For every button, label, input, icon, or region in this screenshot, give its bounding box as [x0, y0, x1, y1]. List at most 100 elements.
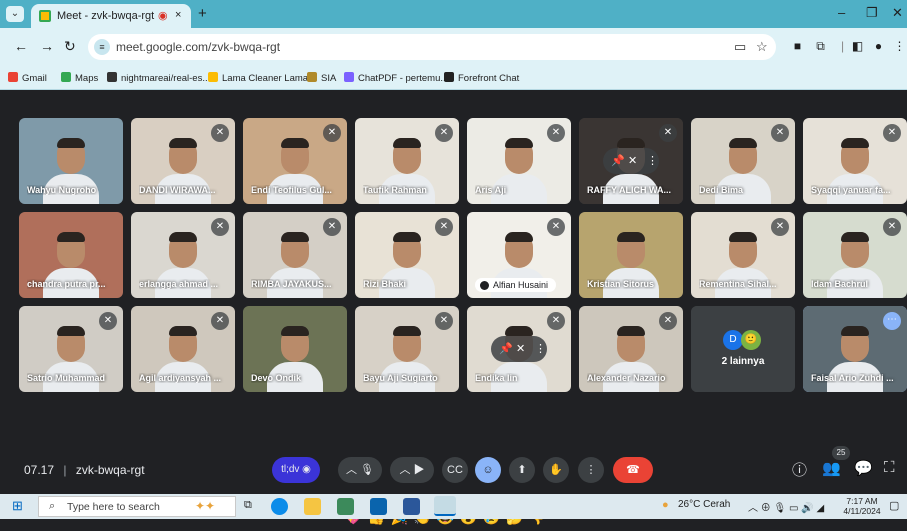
tile-hover-controls[interactable]: 📌 ✕ ⋮	[491, 336, 547, 362]
tldv-label: tl;dv	[281, 464, 300, 475]
bookmark-maps[interactable]: Maps	[61, 72, 98, 84]
mic-icon[interactable]: 🎙	[360, 464, 374, 476]
present-button[interactable]: ⬆	[509, 457, 535, 483]
new-tab-button[interactable]: +	[198, 5, 207, 22]
browser-menu-icon[interactable]: ⋮	[893, 40, 906, 53]
participant-tile[interactable]: ✕ Rizi Bhaki	[355, 212, 459, 298]
camera-icon[interactable]: ▶	[414, 464, 425, 476]
leave-call-button[interactable]: ☎	[613, 457, 653, 483]
taskbar-search-placeholder[interactable]: Type here to search	[67, 501, 160, 513]
mail-icon[interactable]	[370, 498, 387, 515]
camera-control[interactable]: ︿ ▶	[390, 457, 434, 483]
leave-call-icon: ☎	[626, 464, 640, 476]
activities-icon[interactable]: ⛶	[884, 459, 895, 476]
chevron-up-icon[interactable]: ︿	[399, 464, 410, 476]
present-icon: ⬆	[517, 464, 527, 476]
edge-icon[interactable]	[271, 498, 288, 515]
pin-icon[interactable]: 📌	[611, 154, 625, 167]
participant-tile[interactable]: ✕ Alfian Husaini	[467, 212, 571, 298]
participant-tile[interactable]: ✕ 📌 ✕ ⋮ Endika Iin	[467, 306, 571, 392]
chevron-up-icon[interactable]: ︿	[346, 464, 357, 476]
weather-text[interactable]: 26°C Cerah	[678, 499, 730, 510]
mic-off-icon: ✕	[211, 218, 229, 236]
chat-icon[interactable]: 💬	[854, 459, 873, 477]
tile-more-icon[interactable]: ⋯	[883, 312, 901, 330]
participant-tile[interactable]: D 🙂 2 lainnya	[691, 306, 795, 392]
speaker-name-pill: Alfian Husaini	[475, 278, 557, 292]
participant-tile[interactable]: ✕ Endi Teofilus Gul...	[243, 118, 347, 204]
mic-control[interactable]: ︿ 🎙	[338, 457, 382, 483]
participant-tile[interactable]: ✕ Idam Bachrul	[803, 212, 907, 298]
back-icon[interactable]: ←	[14, 38, 28, 54]
raise-hand-button[interactable]: ✋	[543, 457, 569, 483]
tldv-extension-button[interactable]: tl;dv ◉	[272, 457, 320, 483]
people-icon[interactable]: 👥	[822, 459, 841, 477]
bookmark-star-icon[interactable]: ☆	[756, 39, 768, 55]
bookmark-chatpdf[interactable]: ChatPDF - pertemu...	[344, 72, 448, 84]
close-window-icon[interactable]: ✕	[892, 5, 903, 21]
participant-tile[interactable]: ✕ Agil ardiyansyah ...	[131, 306, 235, 392]
bookmark-lama-cleaner[interactable]: Lama Cleaner Lama...	[208, 72, 316, 84]
tile-options-icon[interactable]: ⋮	[535, 342, 546, 355]
extension-icon[interactable]: ■	[791, 40, 804, 53]
notification-icon[interactable]: ▢	[889, 499, 899, 512]
participant-tile[interactable]: ✕ Aris Aji	[467, 118, 571, 204]
store-icon[interactable]	[337, 498, 354, 515]
participant-tile[interactable]: ✕ Alexander Nazario	[579, 306, 683, 392]
task-view-icon[interactable]: ⧉	[244, 499, 252, 512]
cast-icon[interactable]: ▭	[734, 39, 746, 55]
meeting-details-icon[interactable]: ⓘ	[792, 459, 807, 480]
system-tray-icons[interactable]: ︿ ⊕ 🎙 ▭ 🔊 ◢	[748, 499, 824, 514]
participant-tile[interactable]: Devo Ondik	[243, 306, 347, 392]
participant-tile[interactable]: ✕ erlangga ahmad ...	[131, 212, 235, 298]
mute-participant-icon[interactable]: ✕	[628, 154, 637, 167]
bookmark-forefront[interactable]: Forefront Chat	[444, 72, 519, 84]
url-text[interactable]: meet.google.com/zvk-bwqa-rgt	[116, 40, 280, 54]
captions-button[interactable]: CC	[442, 457, 468, 483]
taskbar-search-box[interactable]: ⌕ Type here to search ✦✦	[38, 496, 236, 517]
participant-tile[interactable]: ✕ Taufik Rahman	[355, 118, 459, 204]
tab-close-icon[interactable]: ×	[175, 9, 181, 21]
clock-time: 7:17 AM	[846, 496, 878, 506]
mute-participant-icon[interactable]: ✕	[516, 342, 525, 355]
participant-tile[interactable]: ✕ Syaqqi yanuar fa...	[803, 118, 907, 204]
clock[interactable]: 7:17 AM 4/11/2024	[842, 496, 882, 516]
extensions-puzzle-icon[interactable]: ⧉	[814, 40, 827, 53]
participant-name: DANDI WIRAWA...	[139, 185, 216, 195]
pin-icon[interactable]: 📌	[499, 342, 513, 355]
forward-icon[interactable]: →	[40, 38, 54, 54]
participant-tile[interactable]: ✕ 📌 ✕ ⋮ RAFFY ALICH WA...	[579, 118, 683, 204]
profile-avatar-icon[interactable]: ●	[872, 40, 885, 53]
emoji-button[interactable]: ☺	[475, 457, 501, 483]
reload-icon[interactable]: ↻	[64, 38, 76, 55]
chrome-taskbar-icon[interactable]	[434, 496, 456, 516]
participant-tile[interactable]: ✕ Rementina Sihal...	[691, 212, 795, 298]
search-icon: ⌕	[49, 500, 56, 512]
participant-tile[interactable]: ⋯ Faisal Ario Zuhdi ...	[803, 306, 907, 392]
side-panel-icon[interactable]: ◧	[851, 40, 864, 53]
windows-start-icon[interactable]: ⊞	[12, 498, 23, 514]
site-info-icon[interactable]: ≡	[94, 39, 110, 55]
address-bar[interactable]: ≡ meet.google.com/zvk-bwqa-rgt ▭ ☆	[88, 34, 776, 60]
bookmark-sia[interactable]: SIA	[307, 72, 336, 84]
file-explorer-icon[interactable]	[304, 498, 321, 515]
tile-hover-controls[interactable]: 📌 ✕ ⋮	[603, 148, 659, 174]
bookmark-nightmareai[interactable]: nightmareai/real-es...	[107, 72, 210, 84]
participant-tile[interactable]: ✕ Satrio Muhammad	[19, 306, 123, 392]
participant-tile[interactable]: Wahyu Nugroho	[19, 118, 123, 204]
tile-options-icon[interactable]: ⋮	[647, 154, 658, 167]
participant-tile[interactable]: ✕ Dedi Bima	[691, 118, 795, 204]
participant-tile[interactable]: Kristian Sitorus	[579, 212, 683, 298]
minimize-icon[interactable]: –	[838, 5, 845, 20]
participant-tile[interactable]: ✕ DANDI WIRAWA...	[131, 118, 235, 204]
participant-tile[interactable]: ✕ RIMBA JAYAKUS...	[243, 212, 347, 298]
address-toolbar: ← → ↻ ≡ meet.google.com/zvk-bwqa-rgt ▭ ☆…	[0, 28, 907, 66]
restore-icon[interactable]: ❐	[866, 5, 878, 21]
more-options-button[interactable]: ⋮	[578, 457, 604, 483]
word-icon[interactable]	[403, 498, 420, 515]
participant-tile[interactable]: ✕ Bayu Aji Sugiarto	[355, 306, 459, 392]
browser-tab[interactable]: Meet - zvk-bwqa-rgt ◉ ×	[31, 4, 191, 28]
tab-search-icon[interactable]: ⌄	[6, 6, 24, 22]
participant-tile[interactable]: chandra putra pr...	[19, 212, 123, 298]
bookmark-gmail[interactable]: Gmail	[8, 72, 47, 84]
